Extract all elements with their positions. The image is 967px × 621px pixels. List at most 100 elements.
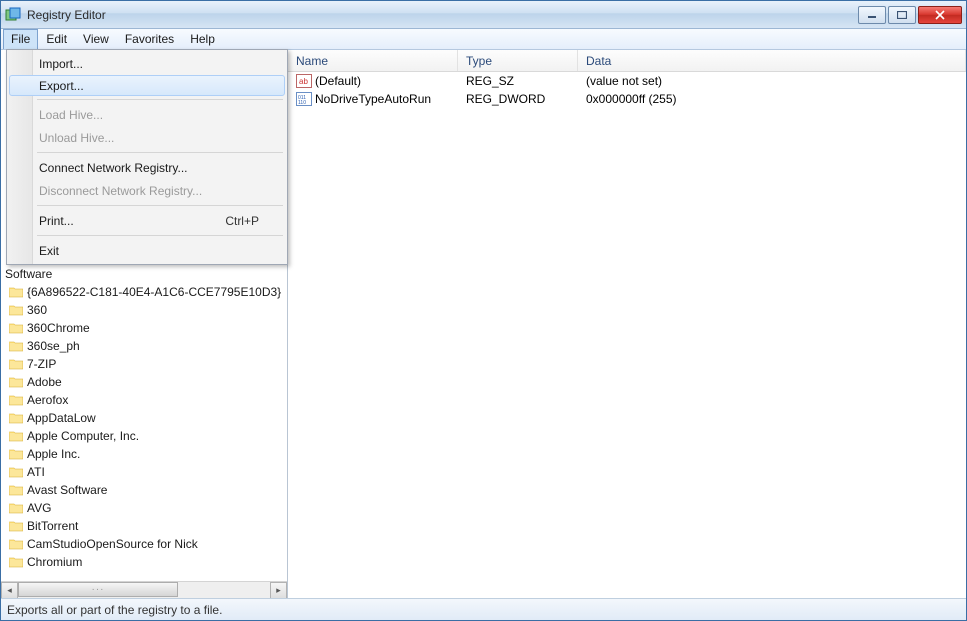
tree-node[interactable]: 360Chrome [1, 319, 287, 337]
folder-icon [9, 556, 23, 568]
menu-separator [37, 152, 283, 153]
menu-edit[interactable]: Edit [38, 29, 75, 49]
file-menu-dropdown: Import... Export... Load Hive... Unload … [6, 49, 288, 265]
tree-label: {6A896522-C181-40E4-A1C6-CCE7795E10D3} [27, 285, 281, 299]
list-body[interactable]: ab(Default)REG_SZ(value not set)011110No… [288, 72, 966, 598]
value-name-cell: 011110NoDriveTypeAutoRun [288, 92, 458, 106]
folder-icon [9, 520, 23, 532]
tree-node[interactable]: 7-ZIP [1, 355, 287, 373]
value-row[interactable]: ab(Default)REG_SZ(value not set) [288, 72, 966, 90]
tree-label: Chromium [27, 555, 82, 569]
menu-import[interactable]: Import... [9, 52, 285, 75]
column-data[interactable]: Data [578, 50, 966, 71]
tree-label: AppDataLow [27, 411, 96, 425]
tree-node[interactable]: Aerofox [1, 391, 287, 409]
close-button[interactable] [918, 6, 962, 24]
folder-icon [9, 538, 23, 550]
menu-print[interactable]: Print... Ctrl+P [9, 209, 285, 232]
scroll-right-button[interactable]: ▸ [270, 582, 287, 599]
menu-file[interactable]: File [3, 29, 38, 49]
folder-icon [9, 484, 23, 496]
folder-icon [9, 304, 23, 316]
tree-label: Software [5, 267, 52, 281]
scroll-left-button[interactable]: ◂ [1, 582, 18, 599]
tree-node[interactable]: CamStudioOpenSource for Nick [1, 535, 287, 553]
app-icon [5, 7, 21, 23]
string-value-icon: ab [296, 74, 312, 88]
tree-label: Aerofox [27, 393, 68, 407]
dword-value-icon: 011110 [296, 92, 312, 106]
tree-label: Apple Inc. [27, 447, 80, 461]
menu-disconnect-network: Disconnect Network Registry... [9, 179, 285, 202]
tree-node[interactable]: BitTorrent [1, 517, 287, 535]
shortcut-label: Ctrl+P [225, 214, 259, 228]
tree-label: 7-ZIP [27, 357, 56, 371]
folder-icon [9, 466, 23, 478]
folder-icon [9, 394, 23, 406]
column-type[interactable]: Type [458, 50, 578, 71]
tree-node-parent[interactable]: Software [1, 265, 287, 283]
maximize-button[interactable] [888, 6, 916, 24]
tree-label: Adobe [27, 375, 62, 389]
tree-label: CamStudioOpenSource for Nick [27, 537, 198, 551]
window-title: Registry Editor [27, 8, 858, 22]
tree-label: 360Chrome [27, 321, 90, 335]
tree-label: BitTorrent [27, 519, 78, 533]
tree-horizontal-scrollbar[interactable]: ◂ ··· ▸ [1, 581, 287, 598]
list-header: Name Type Data [288, 50, 966, 72]
tree-label: Apple Computer, Inc. [27, 429, 139, 443]
titlebar: Registry Editor [1, 1, 966, 29]
tree-node[interactable]: 360 [1, 301, 287, 319]
folder-icon [9, 358, 23, 370]
menu-connect-network[interactable]: Connect Network Registry... [9, 156, 285, 179]
folder-icon [9, 412, 23, 424]
menu-unload-hive: Unload Hive... [9, 126, 285, 149]
menu-favorites[interactable]: Favorites [117, 29, 182, 49]
tree-label: 360se_ph [27, 339, 80, 353]
value-name: NoDriveTypeAutoRun [315, 92, 431, 106]
statusbar: Exports all or part of the registry to a… [1, 598, 966, 620]
value-type-cell: REG_SZ [458, 74, 578, 88]
status-text: Exports all or part of the registry to a… [7, 603, 222, 617]
tree-node[interactable]: {6A896522-C181-40E4-A1C6-CCE7795E10D3} [1, 283, 287, 301]
tree-node[interactable]: 360se_ph [1, 337, 287, 355]
menu-separator [37, 99, 283, 100]
folder-icon [9, 430, 23, 442]
menu-view[interactable]: View [75, 29, 117, 49]
tree-node[interactable]: ATI [1, 463, 287, 481]
tree-label: 360 [27, 303, 47, 317]
tree-node[interactable]: AVG [1, 499, 287, 517]
tree-label: Avast Software [27, 483, 107, 497]
folder-icon [9, 286, 23, 298]
menu-exit[interactable]: Exit [9, 239, 285, 262]
menu-export[interactable]: Export... [9, 75, 285, 96]
tree-node[interactable]: Chromium [1, 553, 287, 571]
folder-icon [9, 376, 23, 388]
value-data-cell: (value not set) [578, 74, 966, 88]
menu-separator [37, 235, 283, 236]
menu-help[interactable]: Help [182, 29, 223, 49]
tree-label: ATI [27, 465, 45, 479]
tree-node[interactable]: Apple Inc. [1, 445, 287, 463]
value-row[interactable]: 011110NoDriveTypeAutoRunREG_DWORD0x00000… [288, 90, 966, 108]
value-name-cell: ab(Default) [288, 74, 458, 88]
folder-icon [9, 322, 23, 334]
window-controls [858, 6, 962, 24]
tree-node[interactable]: Apple Computer, Inc. [1, 427, 287, 445]
menubar: File Edit View Favorites Help [1, 29, 966, 50]
value-data-cell: 0x000000ff (255) [578, 92, 966, 106]
minimize-button[interactable] [858, 6, 886, 24]
svg-text:110: 110 [298, 100, 306, 106]
column-name[interactable]: Name [288, 50, 458, 71]
tree-node[interactable]: Avast Software [1, 481, 287, 499]
tree-node[interactable]: Adobe [1, 373, 287, 391]
menu-separator [37, 205, 283, 206]
tree-node[interactable]: AppDataLow [1, 409, 287, 427]
values-list-pane: Name Type Data ab(Default)REG_SZ(value n… [288, 50, 966, 598]
folder-icon [9, 448, 23, 460]
scroll-thumb[interactable]: ··· [18, 582, 178, 597]
value-name: (Default) [315, 74, 361, 88]
scroll-track[interactable]: ··· [18, 582, 270, 599]
folder-icon [9, 502, 23, 514]
tree-label: AVG [27, 501, 51, 515]
